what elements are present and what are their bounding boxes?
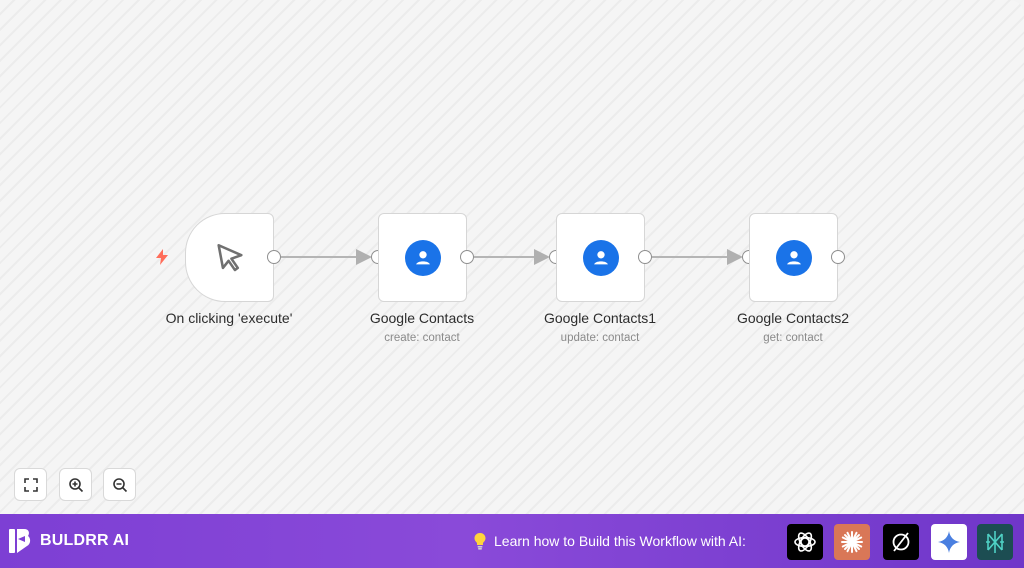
zoom-in-icon xyxy=(68,477,83,492)
fit-view-button[interactable] xyxy=(14,468,47,501)
node-3-output-handle[interactable] xyxy=(638,250,652,264)
node-google-contacts[interactable] xyxy=(378,213,467,302)
brand-name: BULDRR AI xyxy=(40,532,130,549)
buldrr-logo-icon xyxy=(9,529,31,553)
footer-bar: BULDRR AI Learn how to Build this Workfl… xyxy=(0,514,1024,568)
claude-button[interactable] xyxy=(834,524,870,560)
node-3-subtitle: update: contact xyxy=(560,332,640,344)
learn-text: Learn how to Build this Workflow with AI… xyxy=(494,533,746,549)
deepseek-button[interactable] xyxy=(977,524,1013,560)
brand[interactable]: BULDRR AI xyxy=(8,527,129,555)
claude-icon xyxy=(841,531,863,553)
node-4-title: Google Contacts2 xyxy=(736,310,850,326)
node-4-output-handle[interactable] xyxy=(831,250,845,264)
cursor-icon xyxy=(216,243,243,271)
trigger-bolt-icon xyxy=(156,249,168,265)
node-1-title: On clicking 'execute' xyxy=(165,310,293,326)
workflow-connections xyxy=(281,249,743,265)
perplexity-icon xyxy=(892,532,910,552)
zoom-out-button[interactable] xyxy=(103,468,136,501)
perplexity-button[interactable] xyxy=(883,524,919,560)
node-1-output-handle[interactable] xyxy=(267,250,281,264)
node-manual-trigger[interactable] xyxy=(185,213,274,302)
node-3-title: Google Contacts1 xyxy=(543,310,657,326)
node-2-subtitle: create: contact xyxy=(384,332,460,344)
node-google-contacts2[interactable] xyxy=(749,213,838,302)
fit-view-icon xyxy=(23,477,38,492)
deepseek-icon xyxy=(986,531,1004,553)
google-contacts-icon xyxy=(404,239,441,276)
node-2-title: Google Contacts xyxy=(369,310,475,326)
node-google-contacts1[interactable] xyxy=(556,213,645,302)
node-4-subtitle: get: contact xyxy=(763,332,823,344)
zoom-in-button[interactable] xyxy=(59,468,92,501)
learn-banner: Learn how to Build this Workflow with AI… xyxy=(472,514,746,568)
gemini-icon xyxy=(938,531,960,553)
chatgpt-button[interactable] xyxy=(787,524,823,560)
zoom-out-icon xyxy=(112,477,127,492)
lightbulb-icon xyxy=(474,533,486,550)
node-2-output-handle[interactable] xyxy=(460,250,474,264)
google-contacts-icon xyxy=(775,239,812,276)
chatgpt-icon xyxy=(794,532,816,552)
workflow-canvas[interactable]: On clicking 'execute' Google Contacts cr… xyxy=(0,0,1024,514)
google-contacts-icon xyxy=(582,239,619,276)
gemini-button[interactable] xyxy=(931,524,967,560)
